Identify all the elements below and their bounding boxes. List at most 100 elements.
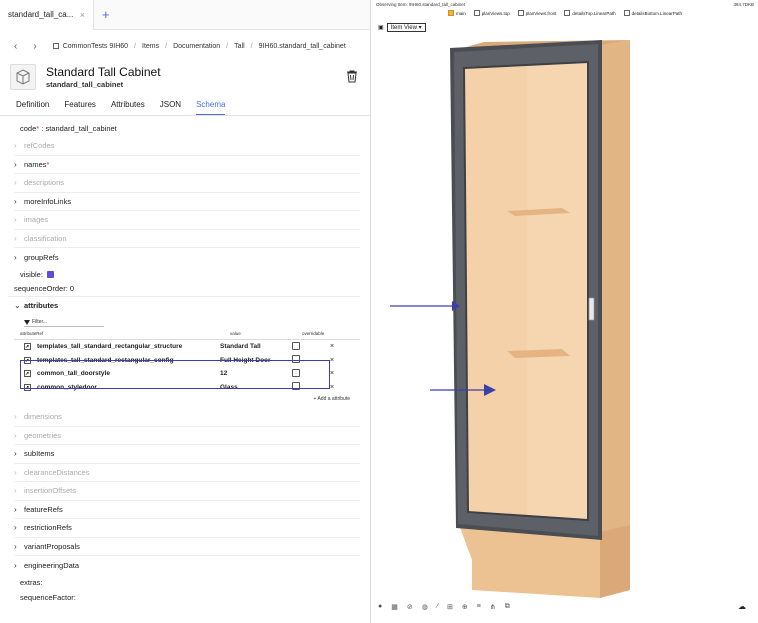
pen-icon[interactable]: ∕ (437, 603, 438, 611)
interior-back-right (527, 62, 588, 520)
tree-node-moreinfolinks[interactable]: › moreInfoLinks (14, 193, 360, 211)
browser-tabbar: standard_tall_ca... × + (0, 0, 370, 30)
item-header: Standard Tall Cabinet standard_tall_cabi… (0, 60, 370, 94)
tree-node-geometries[interactable]: › geometries (14, 427, 360, 445)
close-icon[interactable]: × (80, 10, 85, 20)
tree-node-dimensions[interactable]: › dimensions (14, 408, 360, 427)
share-icon[interactable]: ⋔ (490, 603, 496, 611)
chevron-right-icon: › (14, 541, 17, 551)
tree-node-engineeringdata[interactable]: › engineeringData (14, 556, 360, 575)
node-label: geometries (24, 430, 62, 440)
tab-schema[interactable]: Schema (196, 94, 226, 115)
cloud-download-icon[interactable]: ☁ (738, 602, 746, 611)
page-subtitle: standard_tall_cabinet (46, 80, 124, 89)
viewer-panel: Observing Item: 9IH60.standard_tall_cabi… (372, 0, 758, 623)
delete-icon[interactable] (346, 70, 358, 88)
node-label: restrictionRefs (24, 523, 72, 533)
tree-node-subitems[interactable]: › subItems (14, 445, 360, 464)
back-button[interactable]: ‹ (14, 41, 17, 52)
filter-input[interactable]: Filter... (24, 319, 104, 327)
filter-placeholder: Filter... (32, 319, 48, 325)
chevron-right-icon: › (14, 141, 17, 151)
grid-icon[interactable]: ▦ (391, 603, 398, 611)
layers-icon[interactable]: ⧉ (505, 603, 510, 611)
tree-node-refcodes[interactable]: › refCodes (14, 137, 360, 156)
sequence-order-row: sequenceOrder: 0 (8, 282, 360, 297)
browser-tab[interactable]: standard_tall_ca... × (0, 0, 94, 30)
browser-tab-label: standard_tall_ca... (8, 10, 74, 19)
chevron-right-icon: › (14, 560, 17, 570)
node-label: attributes (24, 301, 59, 311)
forward-button[interactable]: › (33, 41, 36, 52)
breadcrumb-item-tall[interactable]: Tall (234, 43, 245, 50)
cabinet-3d-view[interactable] (372, 0, 758, 623)
breadcrumb-sep: / (165, 42, 168, 50)
tree-node-variantproposals[interactable]: › variantProposals (14, 538, 360, 556)
tab-attributes[interactable]: Attributes (111, 94, 145, 115)
breadcrumb: ‹ › CommonTests 9IH60 / Items / Document… (0, 32, 370, 60)
tree-node-grouprefs[interactable]: › groupRefs (14, 248, 360, 267)
tree-node-featurerefs[interactable]: › featureRefs (14, 501, 360, 519)
breadcrumb-item-current[interactable]: 9IH60.standard_tall_cabinet (259, 43, 346, 50)
chevron-right-icon: › (14, 412, 17, 422)
column-header-value: value (230, 331, 241, 336)
node-label: featureRefs (24, 504, 63, 514)
palette-icon[interactable]: ● (378, 603, 382, 611)
filter-icon (24, 319, 30, 325)
chevron-right-icon: › (14, 159, 17, 169)
node-label: groupRefs (24, 252, 59, 262)
tree-node-clearancedistances[interactable]: › clearanceDistances (14, 464, 360, 482)
tree-node-insertionoffsets[interactable]: › insertionOffsets (14, 482, 360, 501)
node-label: dimensions (24, 412, 62, 422)
chevron-right-icon: › (14, 233, 17, 243)
tab-definition[interactable]: Definition (16, 94, 49, 115)
extras-label: extras: (20, 577, 43, 587)
node-label: images (24, 215, 49, 225)
required-mark: * (36, 124, 40, 133)
code-value: : standard_tall_cabinet (41, 124, 117, 133)
breadcrumb-item-project[interactable]: CommonTests 9IH60 (63, 43, 128, 50)
chevron-right-icon: › (14, 215, 17, 225)
align-icon[interactable]: ≡ (477, 603, 481, 611)
tree-node-classification[interactable]: › classification (14, 230, 360, 248)
rotate-icon[interactable]: ⊘ (407, 603, 413, 611)
tree-node-restrictionrefs[interactable]: › restrictionRefs (14, 519, 360, 538)
remove-icon[interactable]: × (330, 370, 334, 377)
table-row: ↗ templates_tall_standard_rectangular_str… (14, 340, 360, 354)
chevron-right-icon: › (14, 486, 17, 496)
visible-checkbox[interactable] (46, 270, 54, 278)
frame-icon[interactable]: ⊞ (447, 603, 453, 611)
new-tab-button[interactable]: + (94, 7, 118, 22)
add-attribute-button[interactable]: + Add a attribute (14, 394, 350, 408)
node-label: subItems (24, 449, 55, 459)
cube-icon (10, 64, 36, 90)
tree-node-images[interactable]: › images (14, 211, 360, 230)
tab-features[interactable]: Features (64, 94, 96, 115)
sequence-order-value: sequenceOrder: 0 (14, 284, 75, 293)
highlight-box (20, 360, 330, 389)
code-row: code * : standard_tall_cabinet (14, 120, 360, 137)
node-label: variantProposals (24, 541, 80, 551)
remove-icon[interactable]: × (330, 357, 334, 364)
attribute-ref[interactable]: templates_tall_standard_rectangular_stru… (37, 343, 182, 350)
node-label: engineeringData (24, 560, 80, 570)
remove-icon[interactable]: × (330, 384, 334, 391)
tree-node-attributes[interactable]: ⌄ attributes (14, 297, 360, 316)
chevron-down-icon: ⌄ (14, 301, 21, 311)
external-link-icon[interactable]: ↗ (24, 343, 31, 351)
render-icon[interactable]: ◍ (422, 603, 428, 611)
remove-icon[interactable]: × (330, 343, 334, 350)
overridable-checkbox[interactable] (292, 341, 300, 350)
node-label: classification (24, 233, 67, 243)
breadcrumb-item-items[interactable]: Items (142, 43, 159, 50)
chevron-right-icon: › (14, 178, 17, 188)
sequence-factor-row: sequenceFactor: (14, 590, 360, 605)
tree-node-names[interactable]: › names * (14, 156, 360, 174)
breadcrumb-item-documentation[interactable]: Documentation (173, 43, 220, 50)
item-tabs: Definition Features Attributes JSON Sche… (0, 94, 370, 116)
left-panel: standard_tall_ca... × + ‹ › CommonTests … (0, 0, 371, 623)
target-icon[interactable]: ⊕ (462, 603, 468, 611)
tree-node-descriptions[interactable]: › descriptions (14, 174, 360, 193)
tab-json[interactable]: JSON (160, 94, 181, 115)
chevron-right-icon: › (14, 467, 17, 477)
